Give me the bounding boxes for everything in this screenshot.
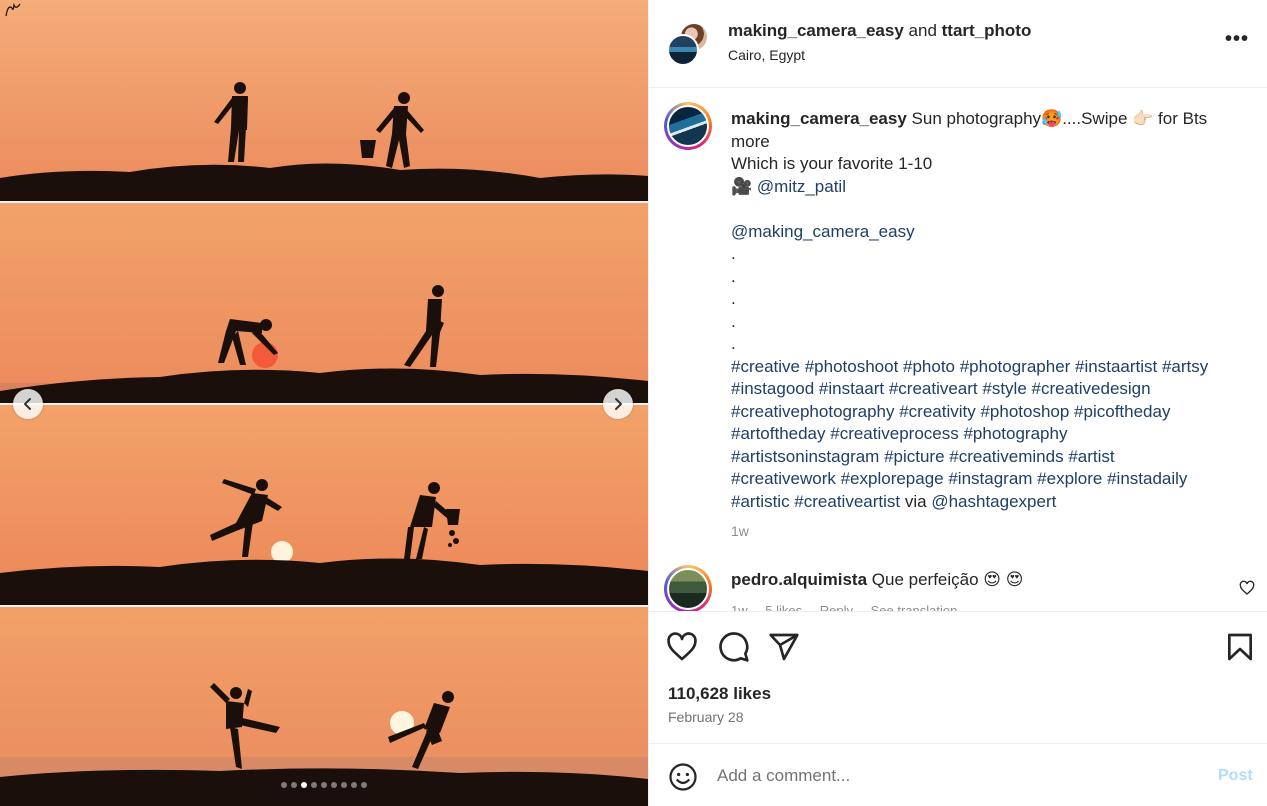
see-translation-button[interactable]: See translation <box>871 603 958 611</box>
carousel-dot <box>301 782 307 788</box>
post-header: making_camera_easy and ttart_photo Cairo… <box>649 0 1267 88</box>
carousel-dot <box>291 782 297 788</box>
carousel-dot <box>351 782 357 788</box>
caption-dot: . <box>731 334 736 353</box>
caption-avatar[interactable] <box>664 102 712 150</box>
caption-swipe-text: ....Swipe <box>1062 109 1128 128</box>
comment-likes[interactable]: 5 likes <box>765 603 802 611</box>
caption-dot: . <box>731 244 736 263</box>
heart-icon[interactable] <box>1239 580 1255 596</box>
emoji-picker-icon[interactable] <box>668 762 698 792</box>
caption-line-question: Which is your favorite 1-10 <box>731 154 933 173</box>
commenter-avatar[interactable] <box>664 565 712 611</box>
hashtag-line[interactable]: #instagood #instaart #creativeart #style… <box>731 378 1231 401</box>
carousel-dot <box>311 782 317 788</box>
via-word: via <box>904 491 927 511</box>
pointing-emoji: 👉🏻 <box>1132 109 1154 128</box>
share-icon[interactable] <box>768 631 800 663</box>
post-actions: 110,628 likes February 28 <box>649 611 1267 743</box>
caption-username[interactable]: making_camera_easy <box>731 109 907 128</box>
caption-dot: . <box>731 311 736 331</box>
carousel-dot <box>331 782 337 788</box>
hashtag-line[interactable]: #creative #photoshoot #photo #photograph… <box>731 356 1231 379</box>
carousel-dot <box>321 782 327 788</box>
caption-dot: . <box>731 266 736 286</box>
mention-mitz-patil[interactable]: @mitz_patil <box>757 177 846 196</box>
comment-meta: 1w 5 likes Reply See translation <box>731 603 971 611</box>
post-media-carousel[interactable] <box>0 0 648 806</box>
post-date[interactable]: February 28 <box>668 709 743 725</box>
hashtag-line[interactable]: #creativephotography #creativity #photos… <box>731 401 1231 424</box>
camera-emoji: 🎥 <box>731 176 753 196</box>
more-options-button[interactable]: ••• <box>1225 29 1249 54</box>
caption-emoji: 🥵 <box>1041 109 1063 128</box>
mention-hashtagexpert[interactable]: @hashtagexpert <box>931 492 1056 511</box>
author-joiner: and <box>908 21 937 40</box>
carousel-prev-button[interactable] <box>13 389 43 419</box>
caption-dot: . <box>731 289 736 308</box>
comment-reply-button[interactable]: Reply <box>820 603 853 611</box>
post-comment-button[interactable]: Post <box>1218 767 1253 785</box>
comment-icon[interactable] <box>718 631 750 663</box>
post-location[interactable]: Cairo, Egypt <box>728 47 805 63</box>
hashtag-line[interactable]: #creativework #explorepage #instagram #e… <box>731 468 1231 491</box>
photo-panel-4 <box>0 607 648 806</box>
mention-making-camera-easy[interactable]: @making_camera_easy <box>731 222 915 241</box>
hashtag-line[interactable]: #artistic #creativeartist <box>731 492 900 511</box>
photo-panel-1 <box>0 0 648 201</box>
author-link-secondary[interactable]: ttart_photo <box>942 21 1032 40</box>
avatar-making-camera-easy[interactable] <box>667 34 699 66</box>
caption-timestamp[interactable]: 1w <box>731 523 749 539</box>
hashtag-line[interactable]: #artoftheday #creativeprocess #photograp… <box>731 423 1231 446</box>
post-caption: making_camera_easy Sun photography🥵....S… <box>731 108 1231 513</box>
caption-text: Sun photography <box>911 109 1042 128</box>
collab-avatars[interactable] <box>667 22 711 66</box>
comment-time[interactable]: 1w <box>731 603 748 611</box>
carousel-indicator-dots <box>0 782 648 788</box>
post-authors: making_camera_easy and ttart_photo <box>728 21 1031 41</box>
bookmark-icon[interactable] <box>1224 631 1256 663</box>
hashtag-line[interactable]: #artistsoninstagram #picture #creativemi… <box>731 446 1231 469</box>
comment-input[interactable] <box>717 762 1197 790</box>
likes-count[interactable]: 110,628 likes <box>668 684 771 704</box>
carousel-next-button[interactable] <box>603 389 633 419</box>
caption-bts-text: for Bts <box>1158 109 1208 128</box>
photo-panel-2 <box>0 203 648 403</box>
chevron-left-icon <box>24 398 31 410</box>
post-side-panel: making_camera_easy and ttart_photo Cairo… <box>648 0 1267 806</box>
add-comment-bar: Post <box>649 743 1267 806</box>
caption-line-more: more <box>731 131 770 151</box>
heart-icon[interactable] <box>666 631 698 663</box>
chevron-right-icon <box>615 398 622 410</box>
photo-panel-3 <box>0 405 648 605</box>
comment-text: Que perfeição 😍 😍 <box>871 570 1024 589</box>
carousel-dot <box>341 782 347 788</box>
comment-username[interactable]: pedro.alquimista <box>731 570 867 589</box>
photographer-signature-mark <box>5 2 21 17</box>
author-link-primary[interactable]: making_camera_easy <box>728 21 904 40</box>
comments-scroll-area[interactable]: making_camera_easy Sun photography🥵....S… <box>649 89 1267 611</box>
comment-item: pedro.alquimista Que perfeição 😍 😍 <box>731 570 1023 590</box>
carousel-dot <box>281 782 287 788</box>
carousel-dot <box>361 782 367 788</box>
